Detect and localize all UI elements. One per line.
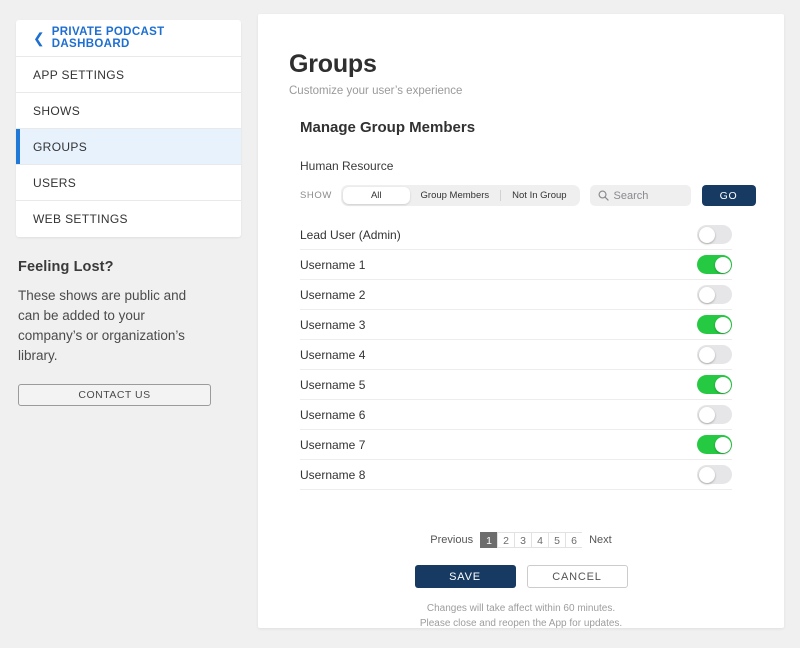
member-toggle[interactable] [697, 465, 732, 484]
sidebar-item-web-settings[interactable]: WEB SETTINGS [16, 201, 241, 237]
show-filter-segmented-control: All Group Members Not In Group [340, 185, 580, 206]
sidebar: ❮ PRIVATE PODCAST DASHBOARD APP SETTINGS… [16, 20, 241, 406]
sidebar-header[interactable]: ❮ PRIVATE PODCAST DASHBOARD [16, 20, 241, 57]
member-toggle[interactable] [697, 435, 732, 454]
search-input[interactable] [613, 189, 688, 202]
segment-not-in-group[interactable]: Not In Group [501, 187, 577, 204]
sidebar-header-label: PRIVATE PODCAST DASHBOARD [51, 26, 165, 50]
toggle-knob [698, 466, 715, 483]
member-name: Username 2 [300, 287, 366, 302]
sidebar-item-shows[interactable]: SHOWS [16, 93, 241, 129]
table-row: Username 6 [300, 400, 732, 430]
member-name: Username 6 [300, 407, 366, 422]
table-row: Lead User (Admin) [300, 220, 732, 250]
toggle-knob [698, 286, 715, 303]
table-row: Username 8 [300, 460, 732, 490]
segment-all[interactable]: All [342, 187, 410, 204]
sidebar-item-label: GROUPS [33, 139, 88, 154]
toggle-knob [698, 346, 715, 363]
page-subtitle: Customize your user’s experience [289, 85, 463, 97]
app-root: ❮ PRIVATE PODCAST DASHBOARD APP SETTINGS… [0, 0, 800, 648]
member-toggle[interactable] [697, 225, 732, 244]
page-title: Groups [289, 50, 377, 78]
member-toggle[interactable] [697, 375, 732, 394]
table-row: Username 3 [300, 310, 732, 340]
show-label: SHOW [300, 190, 332, 201]
member-name: Username 5 [300, 377, 366, 392]
member-toggle[interactable] [697, 315, 732, 334]
pagination-page-6[interactable]: 6 [565, 532, 583, 548]
section-title: Manage Group Members [300, 119, 476, 136]
sidebar-item-label: APP SETTINGS [33, 67, 125, 82]
toggle-knob [714, 316, 731, 333]
pagination-previous[interactable]: Previous [430, 534, 473, 546]
pagination-page-5[interactable]: 5 [548, 532, 566, 548]
footnote-line-2: Please close and reopen the App for upda… [419, 618, 623, 629]
member-toggle[interactable] [697, 285, 732, 304]
toggle-knob [714, 436, 731, 453]
table-row: Username 5 [300, 370, 732, 400]
sidebar-item-label: SHOWS [33, 103, 81, 118]
cancel-button[interactable]: CANCEL [526, 565, 628, 588]
footnote: Changes will take affect within 60 minut… [258, 601, 784, 631]
table-row: Username 2 [300, 280, 732, 310]
pagination-page-1[interactable]: 1 [480, 532, 498, 548]
segment-group-members[interactable]: Group Members [410, 187, 501, 204]
help-title: Feeling Lost? [18, 259, 114, 275]
pagination: Previous 1 2 3 4 5 6 Next [258, 532, 784, 548]
member-name: Username 8 [300, 467, 366, 482]
member-list: Lead User (Admin) Username 1 Username 2 … [300, 220, 732, 490]
member-name: Username 1 [300, 257, 366, 272]
help-block: Feeling Lost? These shows are public and… [16, 237, 241, 406]
pagination-page-3[interactable]: 3 [514, 532, 532, 548]
group-name: Human Resource [300, 159, 394, 173]
sidebar-nav-card: ❮ PRIVATE PODCAST DASHBOARD APP SETTINGS… [16, 20, 241, 237]
search-box[interactable] [589, 185, 691, 206]
table-row: Username 1 [300, 250, 732, 280]
chevron-left-icon: ❮ [33, 30, 45, 46]
table-row: Username 7 [300, 430, 732, 460]
member-toggle[interactable] [697, 405, 732, 424]
footnote-line-1: Changes will take affect within 60 minut… [426, 603, 616, 614]
pagination-page-4[interactable]: 4 [531, 532, 549, 548]
sidebar-item-label: USERS [33, 175, 77, 190]
sidebar-item-users[interactable]: USERS [16, 165, 241, 201]
sidebar-item-label: WEB SETTINGS [33, 212, 128, 226]
member-name: Username 3 [300, 317, 366, 332]
filter-toolbar: SHOW All Group Members Not In Group GO [258, 173, 784, 206]
contact-us-button[interactable]: CONTACT US [18, 384, 211, 406]
help-body: These shows are public and can be added … [18, 288, 187, 363]
toggle-knob [714, 376, 731, 393]
go-button[interactable]: GO [701, 185, 756, 206]
toggle-knob [714, 256, 731, 273]
main-content-card: Groups Customize your user’s experience … [258, 14, 784, 631]
pagination-page-2[interactable]: 2 [497, 532, 515, 548]
table-row: Username 4 [300, 340, 732, 370]
search-icon [598, 190, 609, 201]
sidebar-item-app-settings[interactable]: APP SETTINGS [16, 57, 241, 93]
member-name: Lead User (Admin) [300, 227, 401, 242]
member-toggle[interactable] [697, 345, 732, 364]
member-name: Username 4 [300, 347, 366, 362]
save-button[interactable]: SAVE [414, 565, 516, 588]
toggle-knob [698, 406, 715, 423]
member-toggle[interactable] [697, 255, 732, 274]
sidebar-item-groups[interactable]: GROUPS [16, 129, 241, 165]
member-name: Username 7 [300, 437, 366, 452]
form-actions: SAVE CANCEL [258, 565, 784, 588]
toggle-knob [698, 226, 715, 243]
pagination-next[interactable]: Next [589, 534, 612, 546]
